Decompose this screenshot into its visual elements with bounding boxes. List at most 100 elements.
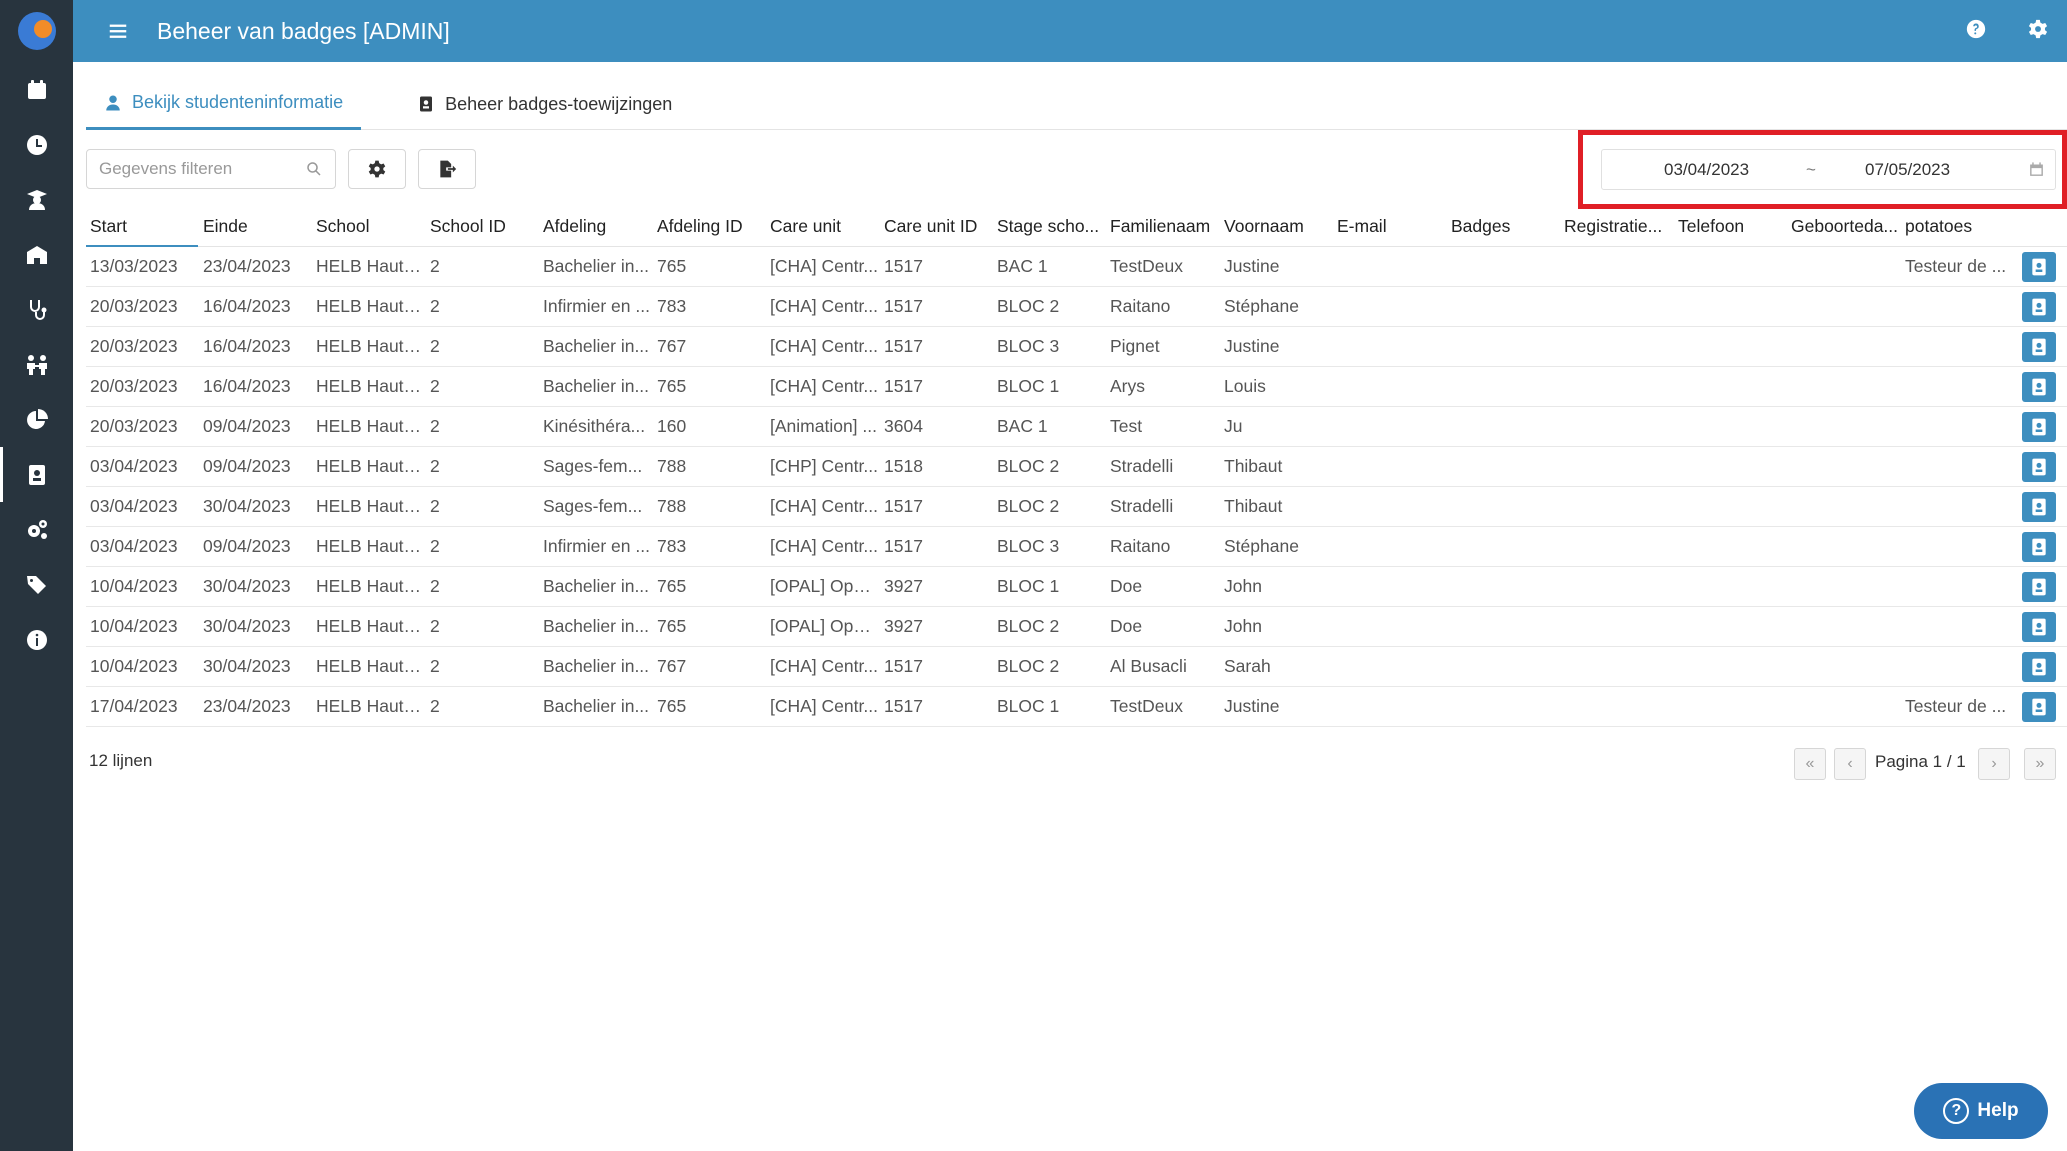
table-cell: 13/03/2023 — [90, 256, 178, 276]
nav-info[interactable] — [0, 612, 73, 667]
tab-badge-assignments[interactable]: Beheer badges-toewijzingen — [399, 78, 690, 130]
nav-stats[interactable] — [0, 392, 73, 447]
assign-badge-button[interactable] — [2022, 252, 2056, 282]
date-range-end[interactable]: 07/05/2023 — [1865, 160, 1950, 180]
table-cell: 160 — [657, 416, 687, 436]
nav-care[interactable] — [0, 282, 73, 337]
assign-badge-button[interactable] — [2022, 572, 2056, 602]
table-cell: 788 — [657, 496, 687, 516]
column-header[interactable]: Stage scho... — [993, 216, 1106, 237]
table-cell: 1517 — [884, 696, 923, 716]
column-header[interactable]: Afdeling ID — [653, 216, 766, 237]
table-row[interactable]: 17/04/2023 23/04/2023 HELB Haute... 2 Bachel… — [86, 687, 2067, 727]
column-header[interactable]: Geboorteda... — [1787, 216, 1901, 237]
clock-icon — [26, 134, 47, 155]
table-row[interactable]: 10/04/2023 30/04/2023 HELB Haute... 2 Bachel… — [86, 647, 2067, 687]
nav-badges[interactable] — [0, 447, 73, 502]
column-header[interactable]: Care unit ID — [880, 216, 993, 237]
nav-settings[interactable] — [0, 502, 73, 557]
filter-input[interactable] — [99, 159, 299, 179]
table-row[interactable]: 10/04/2023 30/04/2023 HELB Haute... 2 Bachel… — [86, 607, 2067, 647]
table-cell: Doe — [1110, 576, 1143, 596]
table-cell: 03/04/2023 — [90, 536, 178, 556]
assign-badge-button[interactable] — [2022, 372, 2056, 402]
nav-clock[interactable] — [0, 117, 73, 172]
nav-school[interactable] — [0, 227, 73, 282]
page-indicator: Pagina 1 / 1 — [1875, 752, 1966, 771]
nav-people[interactable] — [0, 337, 73, 392]
help-header-button[interactable] — [1965, 18, 1987, 45]
help-button[interactable]: ? Help — [1914, 1083, 2048, 1139]
menu-toggle-button[interactable] — [95, 0, 141, 62]
column-header[interactable]: Start — [86, 216, 199, 237]
table-cell: [CHA] Centr... — [770, 536, 878, 556]
assign-badge-button[interactable] — [2022, 692, 2056, 722]
column-header[interactable]: Care unit — [766, 216, 880, 237]
nav-student[interactable] — [0, 172, 73, 227]
previous-page-button[interactable]: ‹ — [1834, 748, 1866, 780]
table-cell: 2 — [430, 376, 440, 396]
table-cell: TestDeux — [1110, 696, 1183, 716]
table-row[interactable]: 20/03/2023 16/04/2023 HELB Haute... 2 Infirm… — [86, 287, 2067, 327]
column-header[interactable]: Familienaam — [1106, 216, 1220, 237]
column-header[interactable]: Afdeling — [539, 216, 653, 237]
table-cell: 20/03/2023 — [90, 336, 178, 356]
table-cell: HELB Haute... — [316, 616, 426, 636]
assign-badge-button[interactable] — [2022, 292, 2056, 322]
table-cell: 2 — [430, 656, 440, 676]
tab-student-info[interactable]: Bekijk studenteninformatie — [86, 78, 362, 130]
table-cell: 23/04/2023 — [203, 696, 291, 716]
app-logo[interactable] — [0, 0, 73, 62]
table-cell: [CHP] Centr... — [770, 456, 878, 476]
assign-badge-button[interactable] — [2022, 452, 2056, 482]
next-page-button[interactable]: › — [1978, 748, 2010, 780]
table-row[interactable]: 03/04/2023 30/04/2023 HELB Haute... 2 Sages-… — [86, 487, 2067, 527]
assign-badge-button[interactable] — [2022, 652, 2056, 682]
column-settings-button[interactable] — [348, 149, 406, 189]
table-cell: 10/04/2023 — [90, 576, 178, 596]
table-cell: Stradelli — [1110, 456, 1174, 476]
column-header[interactable]: School — [312, 216, 426, 237]
table-row[interactable]: 20/03/2023 09/04/2023 HELB Haute... 2 Kinési… — [86, 407, 2067, 447]
column-header[interactable]: Voornaam — [1220, 216, 1333, 237]
assign-badge-button[interactable] — [2022, 532, 2056, 562]
column-header[interactable]: E-mail — [1333, 216, 1447, 237]
table-cell: Thibaut — [1224, 496, 1283, 516]
badge-icon — [2032, 618, 2046, 636]
export-button[interactable] — [418, 149, 476, 189]
table-row[interactable]: 13/03/2023 23/04/2023 HELB Haute... 2 Bachel… — [86, 247, 2067, 287]
date-range-picker[interactable]: 03/04/2023 ~ 07/05/2023 — [1601, 149, 2056, 190]
nav-tags[interactable] — [0, 557, 73, 612]
column-header[interactable]: Badges — [1447, 216, 1560, 237]
assign-badge-button[interactable] — [2022, 492, 2056, 522]
table-cell: Thibaut — [1224, 456, 1283, 476]
table-row[interactable]: 10/04/2023 30/04/2023 HELB Haute... 2 Bachel… — [86, 567, 2067, 607]
settings-header-button[interactable] — [2027, 18, 2049, 45]
table-cell: 09/04/2023 — [203, 416, 291, 436]
table-row[interactable]: 20/03/2023 16/04/2023 HELB Haute... 2 Bachel… — [86, 327, 2067, 367]
table-cell: Louis — [1224, 376, 1266, 396]
date-range-start[interactable]: 03/04/2023 — [1664, 160, 1749, 180]
table-cell: 765 — [657, 376, 687, 396]
column-header[interactable]: Registratie... — [1560, 216, 1674, 237]
assign-badge-button[interactable] — [2022, 612, 2056, 642]
table-row[interactable]: 03/04/2023 09/04/2023 HELB Haute... 2 Infirm… — [86, 527, 2067, 567]
table-cell: Infirmier en ... — [543, 536, 650, 556]
table-cell: HELB Haute... — [316, 376, 426, 396]
column-header[interactable]: Einde — [199, 216, 312, 237]
table-body: 13/03/2023 23/04/2023 HELB Haute... 2 Bachel… — [86, 247, 2067, 727]
table-row[interactable]: 20/03/2023 16/04/2023 HELB Haute... 2 Bachel… — [86, 367, 2067, 407]
column-header[interactable]: Telefoon — [1674, 216, 1787, 237]
nav-calendar[interactable] — [0, 62, 73, 117]
table-row[interactable]: 03/04/2023 09/04/2023 HELB Haute... 2 Sages-… — [86, 447, 2067, 487]
table-cell: 30/04/2023 — [203, 616, 291, 636]
assign-badge-button[interactable] — [2022, 412, 2056, 442]
column-header[interactable]: School ID — [426, 216, 539, 237]
first-page-button[interactable]: « — [1794, 748, 1826, 780]
assign-badge-button[interactable] — [2022, 332, 2056, 362]
table-cell: BLOC 2 — [997, 616, 1060, 636]
last-page-button[interactable]: » — [2024, 748, 2056, 780]
table-cell: Justine — [1224, 336, 1280, 356]
table-cell: John — [1224, 576, 1262, 596]
column-header[interactable]: potatoes — [1901, 216, 2014, 237]
